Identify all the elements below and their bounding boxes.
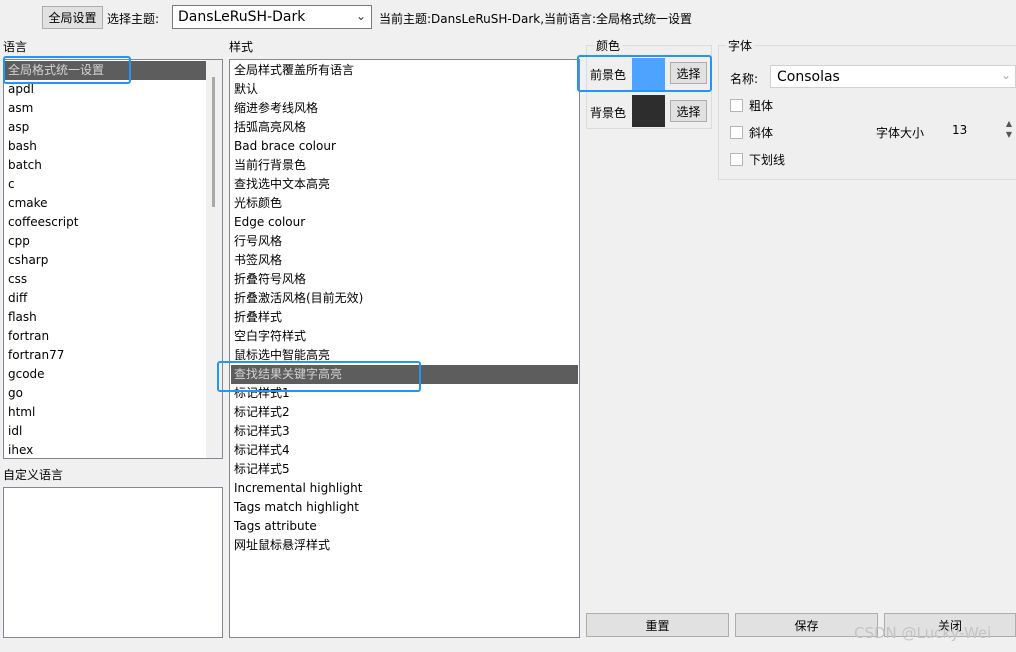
style-list-item[interactable]: 鼠标选中智能高亮 (231, 346, 578, 365)
custom-language-list[interactable] (3, 487, 223, 638)
style-list-item[interactable]: 标记样式4 (231, 441, 578, 460)
spin-down-icon[interactable]: ▼ (1006, 130, 1012, 139)
language-list-item[interactable]: css (5, 270, 206, 289)
language-list-item[interactable]: csharp (5, 251, 206, 270)
language-list-item[interactable]: asm (5, 99, 206, 118)
language-list-item[interactable]: asp (5, 118, 206, 137)
background-label: 背景色 (590, 106, 627, 120)
watermark: CSDN @Lucky-Wei (854, 624, 992, 642)
font-group-title: 字体 (726, 37, 755, 54)
language-list-item[interactable]: diff (5, 289, 206, 308)
style-list-item[interactable]: 折叠符号风格 (231, 270, 578, 289)
font-name-label: 名称: (730, 72, 759, 86)
bold-checkbox-row[interactable]: 粗体 (730, 97, 773, 114)
italic-checkbox[interactable] (730, 126, 743, 139)
language-title: 语言 (3, 40, 28, 54)
language-list-item[interactable]: ihex (5, 441, 206, 458)
status-text: 当前主题:DansLeRuSH-Dark,当前语言:全局格式统一设置 (379, 12, 693, 26)
style-title: 样式 (229, 40, 254, 54)
font-name-select[interactable]: Consolas ⌄ (770, 65, 1016, 88)
theme-select[interactable]: DansLeRuSH-Dark ⌄ (172, 5, 372, 29)
italic-checkbox-row[interactable]: 斜体 (730, 124, 773, 141)
font-size-value: 13 (952, 123, 968, 137)
style-list-item[interactable]: Incremental highlight (231, 479, 578, 498)
style-list-item[interactable]: 空白字符样式 (231, 327, 578, 346)
style-list-item[interactable]: 查找选中文本高亮 (231, 175, 578, 194)
bold-label: 粗体 (749, 99, 774, 113)
language-list-item[interactable]: cpp (5, 232, 206, 251)
style-list-item[interactable]: 折叠激活风格(目前无效) (231, 289, 578, 308)
language-list-item[interactable]: idl (5, 422, 206, 441)
style-list-item[interactable]: Tags attribute (231, 517, 578, 536)
background-color-swatch[interactable] (632, 95, 665, 127)
bold-checkbox[interactable] (730, 99, 743, 112)
style-list-item[interactable]: 书签风格 (231, 251, 578, 270)
language-list-item[interactable]: go (5, 384, 206, 403)
style-list-item[interactable]: 标记样式3 (231, 422, 578, 441)
language-list-item[interactable]: fortran (5, 327, 206, 346)
global-settings-button[interactable]: 全局设置 (42, 6, 103, 29)
theme-label: 选择主题: (107, 12, 160, 26)
language-list-item[interactable]: flash (5, 308, 206, 327)
style-list-item[interactable]: Edge colour (231, 213, 578, 232)
underline-checkbox[interactable] (730, 153, 743, 166)
language-scrollbar[interactable] (206, 60, 222, 458)
style-list-item[interactable]: 括弧高亮风格 (231, 118, 578, 137)
language-items: 全局格式统一设置 apdl asm asp bash batch c cmake coffees… (5, 61, 206, 458)
style-list-item[interactable]: 光标颜色 (231, 194, 578, 213)
language-list-item[interactable]: cmake (5, 194, 206, 213)
language-list-item[interactable]: coffeescript (5, 213, 206, 232)
underline-label: 下划线 (749, 153, 786, 167)
style-list-item[interactable]: 当前行背景色 (231, 156, 578, 175)
custom-language-title: 自定义语言 (3, 468, 64, 482)
reset-button[interactable]: 重置 (586, 613, 729, 637)
foreground-color-swatch[interactable] (632, 58, 665, 90)
language-list-item[interactable]: html (5, 403, 206, 422)
style-list-item[interactable]: Bad brace colour (231, 137, 578, 156)
spin-up-icon[interactable]: ▲ (1006, 119, 1012, 128)
language-list-item[interactable]: apdl (5, 80, 206, 99)
style-list-item[interactable]: 查找结果关键字高亮 (231, 365, 578, 384)
underline-checkbox-row[interactable]: 下划线 (730, 151, 785, 168)
style-list-item[interactable]: Tags match highlight (231, 498, 578, 517)
language-list-item[interactable]: bash (5, 137, 206, 156)
language-list[interactable]: 全局格式统一设置 apdl asm asp bash batch c cmake coffees… (3, 59, 223, 459)
font-name-value: Consolas (777, 69, 840, 85)
chevron-down-icon: ⌄ (355, 9, 366, 23)
style-list-item[interactable]: 标记样式2 (231, 403, 578, 422)
italic-label: 斜体 (749, 126, 774, 140)
language-list-item[interactable]: fortran77 (5, 346, 206, 365)
style-list-item[interactable]: 默认 (231, 80, 578, 99)
style-list-item[interactable]: 标记样式5 (231, 460, 578, 479)
font-size-label: 字体大小 (876, 126, 925, 140)
language-list-item[interactable]: gcode (5, 365, 206, 384)
foreground-label: 前景色 (590, 68, 627, 82)
language-list-item[interactable]: 全局格式统一设置 (5, 61, 206, 80)
background-choose-button[interactable]: 选择 (670, 100, 707, 122)
style-list[interactable]: 全局样式覆盖所有语言 默认 缩进参考线风格 括弧高亮风格 Bad brace colou… (229, 59, 580, 638)
style-list-item[interactable]: 网址鼠标悬浮样式 (231, 536, 578, 555)
style-items: 全局样式覆盖所有语言 默认 缩进参考线风格 括弧高亮风格 Bad brace colou… (231, 61, 578, 555)
style-list-item[interactable]: 标记样式1 (231, 384, 578, 403)
style-list-item[interactable]: 折叠样式 (231, 308, 578, 327)
language-list-item[interactable]: batch (5, 156, 206, 175)
foreground-choose-button[interactable]: 选择 (670, 62, 707, 84)
style-list-item[interactable]: 全局样式覆盖所有语言 (231, 61, 578, 80)
chevron-down-icon: ⌄ (1000, 68, 1011, 82)
color-group-title: 颜色 (594, 37, 623, 54)
style-list-item[interactable]: 行号风格 (231, 232, 578, 251)
theme-select-value: DansLeRuSH-Dark (178, 9, 306, 25)
style-list-item[interactable]: 缩进参考线风格 (231, 99, 578, 118)
font-size-spinbox[interactable]: 13 ▲ ▼ (946, 119, 1014, 142)
language-list-item[interactable]: c (5, 175, 206, 194)
language-scrollbar-thumb[interactable] (212, 77, 215, 207)
